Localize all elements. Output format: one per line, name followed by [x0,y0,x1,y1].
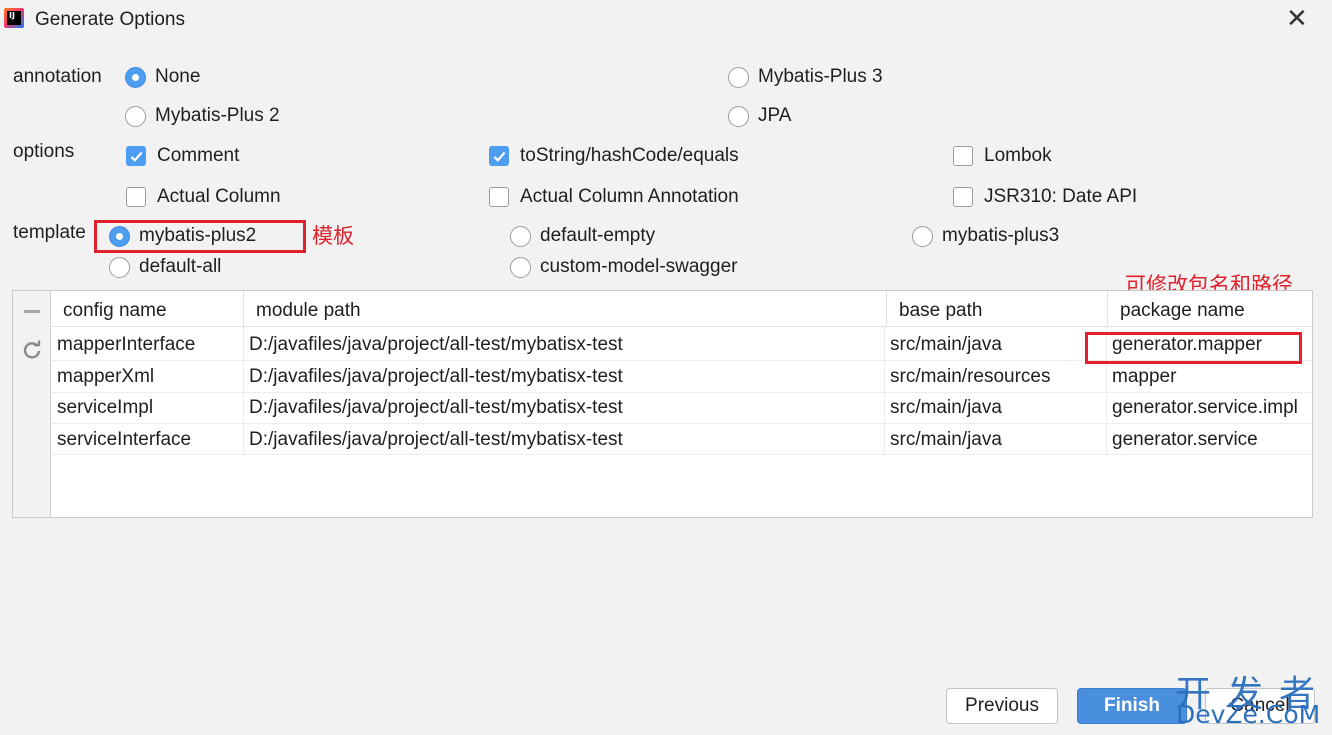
template-annotation-note: 模板 [312,224,354,248]
template-radio-custom-model-swagger[interactable]: custom-model-swagger [510,256,737,278]
option-checkbox-comment[interactable]: Comment [126,145,239,167]
options-label: options [13,141,75,162]
row-divider [51,454,1312,455]
radio-label: Mybatis-Plus 3 [758,66,883,87]
annotation-radio-mybatis-plus-3[interactable]: Mybatis-Plus 3 [728,66,883,88]
cell-module-path[interactable]: D:/javafiles/java/project/all-test/mybat… [243,361,883,392]
template-highlight-box [94,220,306,253]
column-header-config-name[interactable]: config name [51,291,244,327]
radio-icon [510,256,531,278]
cell-module-path[interactable]: D:/javafiles/java/project/all-test/mybat… [243,392,883,423]
watermark-site: DevZe.CoM [1176,700,1321,729]
cell-base-path[interactable]: src/main/java [884,329,1104,360]
radio-label: mybatis-plus3 [942,225,1060,246]
radio-label: default-all [139,256,222,277]
radio-icon [125,105,146,127]
radio-icon [109,256,130,278]
radio-icon [510,225,531,247]
radio-label: None [155,66,201,87]
radio-label: default-empty [540,225,656,246]
radio-icon [728,66,749,88]
cell-config-name[interactable]: mapperXml [51,361,244,392]
table-toolbar [13,291,51,517]
window-title: Generate Options [35,9,185,30]
intellij-app-icon: IJ [4,8,24,28]
cell-package-name[interactable]: generator.service.impl [1106,392,1312,423]
column-divider [884,327,885,454]
checkbox-label: Lombok [984,145,1052,166]
package-highlight-box [1085,332,1302,364]
cell-config-name[interactable]: serviceImpl [51,392,244,423]
radio-label: custom-model-swagger [540,256,738,277]
column-header-base-path[interactable]: base path [887,291,1108,327]
annotation-radio-none[interactable]: None [125,66,200,88]
option-checkbox-tostring-hashcode-equals[interactable]: toString/hashCode/equals [489,145,739,167]
checkbox-label: Actual Column Annotation [520,186,739,207]
cell-base-path[interactable]: src/main/resources [884,361,1104,392]
checkbox-checked-icon [126,146,146,166]
radio-label: Mybatis-Plus 2 [155,105,280,126]
template-label: template [13,222,86,243]
previous-button[interactable]: Previous [946,688,1058,724]
column-header-package-name[interactable]: package name [1108,291,1312,327]
config-table: config name module path base path packag… [12,290,1313,518]
checkbox-icon [953,187,973,207]
title-bar: IJ Generate Options ✕ [0,0,1332,42]
checkbox-label: JSR310: Date API [984,186,1138,207]
checkbox-label: Actual Column [157,186,281,207]
checkbox-icon [126,187,146,207]
option-checkbox-actual-column-annotation[interactable]: Actual Column Annotation [489,186,739,208]
cell-base-path[interactable]: src/main/java [884,424,1104,455]
radio-icon [728,105,749,127]
checkbox-icon [489,187,509,207]
remove-row-icon[interactable] [24,310,40,313]
radio-label: JPA [758,105,792,126]
finish-button[interactable]: Finish [1077,688,1187,724]
checkbox-icon [953,146,973,166]
template-radio-default-all[interactable]: default-all [109,256,221,278]
annotation-radio-jpa[interactable]: JPA [728,105,791,127]
cell-package-name[interactable]: mapper [1106,361,1312,392]
checkbox-label: Comment [157,145,240,166]
cell-config-name[interactable]: mapperInterface [51,329,244,360]
close-icon[interactable]: ✕ [1286,6,1308,32]
cell-module-path[interactable]: D:/javafiles/java/project/all-test/mybat… [243,329,883,360]
refresh-icon[interactable] [22,340,42,360]
cell-config-name[interactable]: serviceInterface [51,424,244,455]
template-radio-default-empty[interactable]: default-empty [510,225,655,247]
annotation-radio-mybatis-plus-2[interactable]: Mybatis-Plus 2 [125,105,280,127]
checkbox-label: toString/hashCode/equals [520,145,739,166]
annotation-label: annotation [13,66,102,87]
option-checkbox-jsr310-date-api[interactable]: JSR310: Date API [953,186,1137,208]
checkbox-checked-icon [489,146,509,166]
cell-module-path[interactable]: D:/javafiles/java/project/all-test/mybat… [243,424,883,455]
template-radio-mybatis-plus3[interactable]: mybatis-plus3 [912,225,1059,247]
radio-icon [912,225,933,247]
column-divider [243,327,244,454]
cell-package-name[interactable]: generator.service [1106,424,1312,455]
option-checkbox-actual-column[interactable]: Actual Column [126,186,281,208]
column-header-module-path[interactable]: module path [244,291,887,327]
option-checkbox-lombok[interactable]: Lombok [953,145,1052,167]
cell-base-path[interactable]: src/main/java [884,392,1104,423]
radio-selected-icon [125,66,146,88]
